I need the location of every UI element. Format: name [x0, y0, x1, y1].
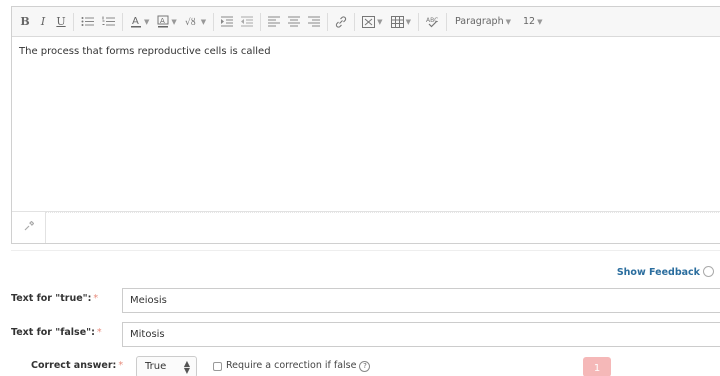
- toolbar-divider: [122, 12, 123, 31]
- required-mark: *: [118, 360, 124, 371]
- numbered-list-icon[interactable]: [100, 12, 117, 32]
- font-size-value: 12: [523, 16, 536, 27]
- footer-dotted-line: [46, 212, 720, 213]
- editor-content[interactable]: The process that forms reproductive cell…: [19, 46, 271, 57]
- insert-media-icon[interactable]: ▼: [360, 12, 384, 32]
- correct-answer-label: Correct answer: *: [31, 360, 123, 371]
- toolbar-divider: [445, 12, 447, 31]
- help-icon[interactable]: ?: [359, 361, 371, 372]
- correct-answer-label-text: Correct answer:: [31, 360, 117, 371]
- svg-text:ABC: ABC: [426, 17, 438, 24]
- special-characters-icon[interactable]: √ȣ ▼: [183, 12, 208, 32]
- align-center-icon[interactable]: [286, 12, 302, 32]
- true-text-input[interactable]: Meiosis: [122, 288, 720, 313]
- step-badge: 1: [583, 357, 611, 376]
- outdent-icon[interactable]: [239, 12, 255, 32]
- correct-answer-value: True: [145, 361, 167, 372]
- true-text-label-text: Text for "true":: [11, 293, 92, 304]
- svg-text:√ȣ: √ȣ: [185, 17, 196, 28]
- bullet-list-icon[interactable]: [79, 12, 96, 32]
- svg-text:A: A: [132, 16, 139, 27]
- show-feedback-link[interactable]: Show Feedback: [617, 266, 714, 278]
- false-text-label: Text for "false": *: [11, 327, 102, 338]
- toolbar-divider: [327, 12, 329, 31]
- spellcheck-icon[interactable]: ABC: [424, 12, 441, 32]
- require-correction-text: Require a correction if false: [226, 360, 357, 371]
- link-icon[interactable]: [333, 12, 349, 32]
- block-format-value: Paragraph: [454, 16, 504, 27]
- select-arrows-icon: ▲ ▼: [183, 359, 190, 375]
- required-mark: *: [96, 327, 102, 338]
- highlight-color-icon[interactable]: A ▼: [155, 12, 178, 32]
- true-text-label: Text for "true": *: [11, 293, 98, 304]
- editor-toolbar: B I U A ▼ A ▼ √ȣ ▼ ▼ ▼ ABC Paragraph ▼ 1…: [12, 7, 720, 37]
- block-format-select[interactable]: Paragraph ▼: [452, 12, 514, 32]
- toolbar-divider: [417, 12, 419, 31]
- indent-icon[interactable]: [219, 12, 235, 32]
- toolbar-divider: [260, 12, 262, 31]
- section-divider: [11, 250, 720, 251]
- path-cell: [12, 212, 46, 243]
- require-correction-label: Require a correction if false?: [226, 360, 371, 372]
- align-left-icon[interactable]: [266, 12, 282, 32]
- false-text-label-text: Text for "false":: [11, 327, 95, 338]
- false-text-input[interactable]: Mitosis: [122, 322, 720, 347]
- italic-button[interactable]: I: [36, 12, 50, 32]
- eyedropper-icon[interactable]: [24, 220, 34, 234]
- toolbar-divider: [73, 12, 74, 31]
- require-correction-checkbox[interactable]: [213, 362, 222, 371]
- toolbar-divider: [213, 12, 215, 31]
- bold-button[interactable]: B: [18, 12, 32, 32]
- editor-footer: [12, 211, 720, 243]
- required-mark: *: [93, 293, 99, 304]
- feedback-toggle-icon: [703, 266, 714, 277]
- font-size-select[interactable]: 12 ▼: [520, 12, 545, 32]
- show-feedback-label: Show Feedback: [616, 267, 700, 278]
- align-right-icon[interactable]: [306, 12, 322, 32]
- text-color-icon[interactable]: A ▼: [128, 12, 151, 32]
- table-icon[interactable]: ▼: [389, 12, 413, 32]
- toolbar-divider: [354, 12, 356, 31]
- correct-answer-select[interactable]: True ▲ ▼: [136, 356, 197, 376]
- underline-button[interactable]: U: [54, 12, 68, 32]
- rich-text-editor: B I U A ▼ A ▼ √ȣ ▼ ▼ ▼ ABC Paragraph ▼ 1…: [11, 6, 720, 244]
- svg-text:A: A: [160, 17, 165, 25]
